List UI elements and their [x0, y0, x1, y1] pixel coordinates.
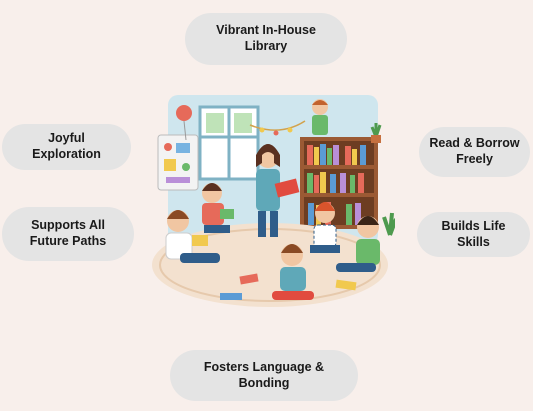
label-joyful-exploration: Joyful Exploration	[2, 124, 131, 170]
library-classroom-illustration	[152, 95, 395, 307]
label-life-skills: Builds Life Skills	[417, 212, 530, 257]
label-supports-future-paths: Supports All Future Paths	[2, 207, 134, 261]
label-fosters-language: Fosters Language & Bonding	[170, 350, 358, 401]
label-read-borrow: Read & Borrow Freely	[419, 127, 530, 177]
balloon	[176, 105, 192, 121]
label-vibrant-library: Vibrant In-House Library	[185, 13, 347, 65]
